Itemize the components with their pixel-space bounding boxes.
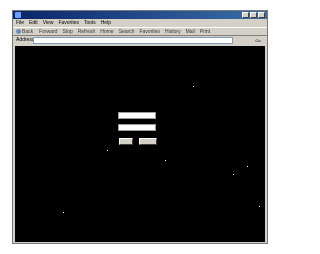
search-button[interactable]: Search [119, 28, 135, 35]
refresh-label: Refresh [77, 28, 96, 35]
search-label: Search [118, 28, 135, 35]
star [63, 212, 64, 213]
toolbar: Back Forward Stop Refresh Home Search Fa… [13, 27, 267, 36]
menu-file[interactable]: File [16, 19, 24, 27]
star [107, 150, 108, 151]
menu-favorites[interactable]: Favorites [58, 19, 79, 27]
history-label: History [165, 28, 181, 35]
address-bar: Address Go [13, 36, 267, 45]
cancel-button[interactable] [139, 138, 157, 145]
menu-edit[interactable]: Edit [29, 19, 38, 27]
menu-bar: File Edit View Favorites Tools Help [13, 19, 267, 27]
refresh-button[interactable]: Refresh [78, 28, 96, 35]
favorites-button[interactable]: Favorites [139, 28, 160, 35]
star [259, 206, 260, 207]
home-label: Home [100, 28, 114, 35]
title-bar [13, 11, 267, 19]
menu-help[interactable]: Help [101, 19, 111, 27]
login-buttons [15, 138, 265, 146]
address-label: Address [16, 37, 35, 43]
window-controls [242, 12, 265, 18]
browser-icon [15, 12, 21, 18]
ok-button[interactable] [119, 138, 133, 145]
star [247, 166, 248, 167]
back-button[interactable]: Back [16, 28, 33, 35]
menu-tools[interactable]: Tools [84, 19, 96, 27]
stop-label: Stop [62, 28, 73, 35]
maximize-button[interactable] [250, 12, 257, 18]
page-content [15, 46, 265, 242]
minimize-button[interactable] [242, 12, 249, 18]
forward-button[interactable]: Forward [38, 28, 57, 35]
mail-label: Mail [185, 28, 195, 35]
star [165, 160, 166, 161]
password-input[interactable] [118, 124, 156, 131]
stop-button[interactable]: Stop [62, 28, 72, 35]
username-input[interactable] [118, 112, 156, 119]
address-input[interactable] [33, 37, 233, 44]
mail-button[interactable]: Mail [186, 28, 195, 35]
forward-label: Forward [39, 28, 58, 35]
favorites-label: Favorites [139, 28, 161, 35]
menu-view[interactable]: View [43, 19, 54, 27]
browser-window: File Edit View Favorites Tools Help Back… [12, 10, 268, 244]
star [193, 86, 194, 87]
go-button[interactable]: Go [252, 37, 264, 44]
print-label: Print [199, 28, 211, 35]
back-label: Back [22, 28, 34, 35]
star [233, 174, 234, 175]
print-button[interactable]: Print [200, 28, 210, 35]
close-button[interactable] [258, 12, 265, 18]
username-row [15, 112, 265, 120]
history-button[interactable]: History [165, 28, 181, 35]
back-icon [16, 29, 21, 34]
password-row [15, 124, 265, 132]
home-button[interactable]: Home [100, 28, 113, 35]
